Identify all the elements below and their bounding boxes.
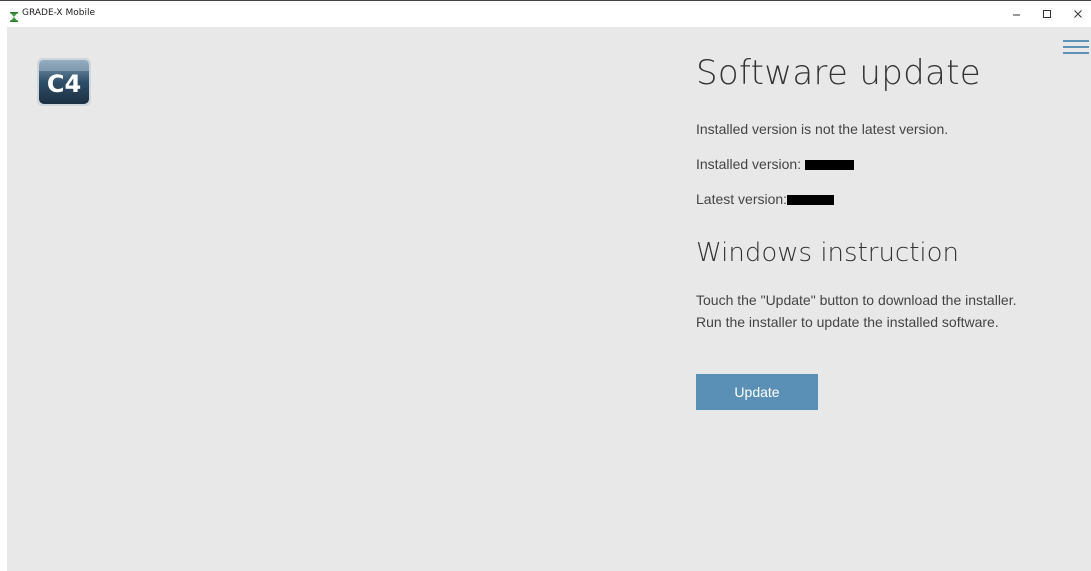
window-titlebar: GRADE-X Mobile — [0, 0, 1091, 28]
update-status-text: Installed version is not the latest vers… — [696, 121, 949, 137]
app-content: C4 Software update Installed version is … — [7, 27, 1091, 571]
minimize-button[interactable] — [1007, 6, 1027, 22]
latest-version-label: Latest version: — [696, 191, 788, 207]
instruction-line-2: Run the installer to update the installe… — [696, 314, 999, 330]
hamburger-line — [1063, 46, 1089, 48]
latest-version-row: Latest version: — [696, 191, 835, 207]
app-hourglass-icon — [10, 9, 18, 22]
installed-version-label: Installed version: — [696, 156, 805, 172]
update-button[interactable]: Update — [696, 374, 818, 410]
windows-instruction-heading: Windows instruction — [696, 238, 960, 268]
installed-version-row: Installed version: — [696, 156, 854, 172]
instruction-line-1: Touch the "Update" button to download th… — [696, 292, 1017, 308]
hamburger-menu-button[interactable] — [1063, 40, 1089, 60]
logo-text: C4 — [47, 70, 81, 98]
hamburger-menu-icon — [1063, 40, 1089, 42]
latest-version-redacted — [787, 195, 835, 205]
software-update-heading: Software update — [696, 53, 981, 93]
hamburger-line — [1063, 52, 1089, 54]
maximize-button[interactable] — [1037, 6, 1057, 22]
installed-version-redacted — [804, 160, 854, 170]
window-title: GRADE-X Mobile — [22, 8, 95, 18]
c4-logo-icon: C4 — [36, 57, 92, 107]
close-button[interactable] — [1068, 6, 1088, 22]
